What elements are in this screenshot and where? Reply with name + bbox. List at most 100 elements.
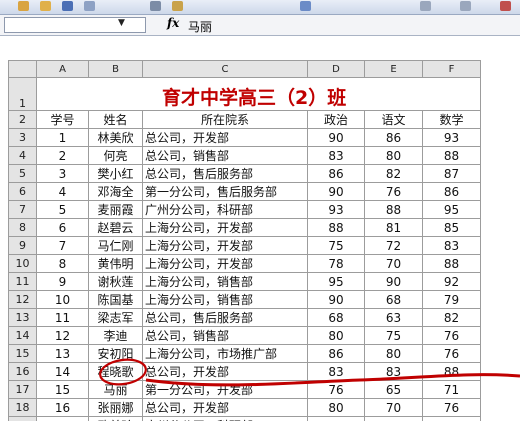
cut-icon[interactable]	[150, 1, 161, 11]
table-cell[interactable]: 76	[307, 380, 365, 399]
table-cell[interactable]: 76	[422, 344, 481, 363]
table-cell[interactable]: 76	[364, 182, 423, 201]
row-header[interactable]: 2	[8, 110, 37, 129]
table-cell[interactable]: 88	[364, 200, 423, 219]
column-header-f[interactable]: F	[422, 60, 481, 78]
table-cell[interactable]: 90	[307, 128, 365, 147]
table-cell[interactable]: 83	[364, 362, 423, 381]
table-cell[interactable]: 赵碧云	[88, 218, 143, 237]
table-cell[interactable]: 88	[422, 254, 481, 273]
table-cell[interactable]: 81	[364, 218, 423, 237]
new-document-icon[interactable]	[18, 1, 29, 11]
undo-icon[interactable]	[300, 1, 311, 11]
table-cell[interactable]: 72	[364, 236, 423, 255]
table-cell[interactable]: 63	[364, 308, 423, 327]
row-header[interactable]: 14	[8, 326, 37, 345]
row-header[interactable]: 3	[8, 128, 37, 147]
table-cell[interactable]: 87	[422, 164, 481, 183]
row-header[interactable]: 5	[8, 164, 37, 183]
row-header[interactable]: 15	[8, 344, 37, 363]
open-folder-icon[interactable]	[40, 1, 51, 11]
header-cell[interactable]: 学号	[36, 110, 89, 129]
table-cell[interactable]: 上海分公司，市场推广部	[142, 344, 308, 363]
row-header[interactable]: 1	[8, 77, 37, 111]
table-cell[interactable]: 86	[422, 416, 481, 421]
table-cell[interactable]: 何亮	[88, 146, 143, 165]
table-cell[interactable]: 88	[307, 218, 365, 237]
table-cell[interactable]: 总公司，开发部	[142, 362, 308, 381]
row-header[interactable]: 4	[8, 146, 37, 165]
row-header[interactable]: 18	[8, 398, 37, 417]
select-all-corner[interactable]	[8, 60, 37, 78]
table-cell[interactable]: 86	[307, 164, 365, 183]
table-cell[interactable]: 樊小红	[88, 164, 143, 183]
table-cell[interactable]: 12	[36, 326, 89, 345]
table-cell[interactable]: 92	[422, 272, 481, 291]
row-header[interactable]: 16	[8, 362, 37, 381]
table-cell[interactable]: 广州分公司，科研部	[142, 200, 308, 219]
table-cell[interactable]: 80	[307, 326, 365, 345]
table-cell[interactable]: 总公司，销售部	[142, 146, 308, 165]
header-cell[interactable]: 政治	[307, 110, 365, 129]
table-cell[interactable]: 欧美玲	[88, 416, 143, 421]
column-header-a[interactable]: A	[36, 60, 89, 78]
sort-icon[interactable]	[460, 1, 471, 11]
table-cell[interactable]: 6	[36, 218, 89, 237]
table-cell[interactable]: 马丽	[88, 380, 143, 399]
table-cell[interactable]: 83	[422, 236, 481, 255]
row-header[interactable]: 12	[8, 290, 37, 309]
table-cell[interactable]: 李迪	[88, 326, 143, 345]
paste-icon[interactable]	[172, 1, 183, 11]
table-cell[interactable]: 86	[422, 182, 481, 201]
table-cell[interactable]: 安初阳	[88, 344, 143, 363]
table-cell[interactable]: 4	[36, 182, 89, 201]
table-cell[interactable]: 95	[307, 272, 365, 291]
row-header[interactable]: 13	[8, 308, 37, 327]
table-cell[interactable]: 上海分公司，销售部	[142, 272, 308, 291]
table-cell[interactable]: 第一分公司，售后服务部	[142, 182, 308, 201]
table-cell[interactable]: 16	[36, 398, 89, 417]
row-header[interactable]: 6	[8, 182, 37, 201]
table-cell[interactable]: 上海分公司，销售部	[142, 290, 308, 309]
table-cell[interactable]: 84	[307, 416, 365, 421]
table-cell[interactable]: 70	[364, 398, 423, 417]
header-cell[interactable]: 数学	[422, 110, 481, 129]
table-cell[interactable]: 81	[364, 416, 423, 421]
table-cell[interactable]: 8	[36, 254, 89, 273]
row-header[interactable]: 9	[8, 236, 37, 255]
row-header[interactable]: 17	[8, 380, 37, 399]
table-cell[interactable]: 83	[307, 362, 365, 381]
table-cell[interactable]: 黄伟明	[88, 254, 143, 273]
table-cell[interactable]: 80	[307, 398, 365, 417]
column-header-c[interactable]: C	[142, 60, 308, 78]
column-header-e[interactable]: E	[364, 60, 423, 78]
table-cell[interactable]: 76	[422, 398, 481, 417]
fx-icon[interactable]: fx	[167, 16, 179, 30]
table-cell[interactable]: 1	[36, 128, 89, 147]
table-cell[interactable]: 总公司，开发部	[142, 398, 308, 417]
column-header-d[interactable]: D	[307, 60, 365, 78]
chevron-down-icon[interactable]: ▼	[118, 18, 125, 28]
table-cell[interactable]: 88	[422, 146, 481, 165]
table-cell[interactable]: 86	[364, 128, 423, 147]
table-cell[interactable]: 65	[364, 380, 423, 399]
table-cell[interactable]: 68	[307, 308, 365, 327]
table-cell[interactable]: 68	[364, 290, 423, 309]
table-cell[interactable]: 广州分公司，科研部	[142, 416, 308, 421]
table-cell[interactable]: 76	[422, 326, 481, 345]
table-cell[interactable]: 78	[307, 254, 365, 273]
header-cell[interactable]: 语文	[364, 110, 423, 129]
table-cell[interactable]: 71	[422, 380, 481, 399]
table-cell[interactable]: 总公司，销售部	[142, 326, 308, 345]
table-cell[interactable]: 70	[364, 254, 423, 273]
table-cell[interactable]: 7	[36, 236, 89, 255]
row-header[interactable]: 7	[8, 200, 37, 219]
table-cell[interactable]: 90	[307, 290, 365, 309]
table-cell[interactable]: 谢秋莲	[88, 272, 143, 291]
table-cell[interactable]: 程晓歌	[88, 362, 143, 381]
table-cell[interactable]: 梁志军	[88, 308, 143, 327]
table-cell[interactable]: 陈国基	[88, 290, 143, 309]
table-cell[interactable]: 林美欣	[88, 128, 143, 147]
table-cell[interactable]: 75	[307, 236, 365, 255]
table-cell[interactable]: 90	[307, 182, 365, 201]
